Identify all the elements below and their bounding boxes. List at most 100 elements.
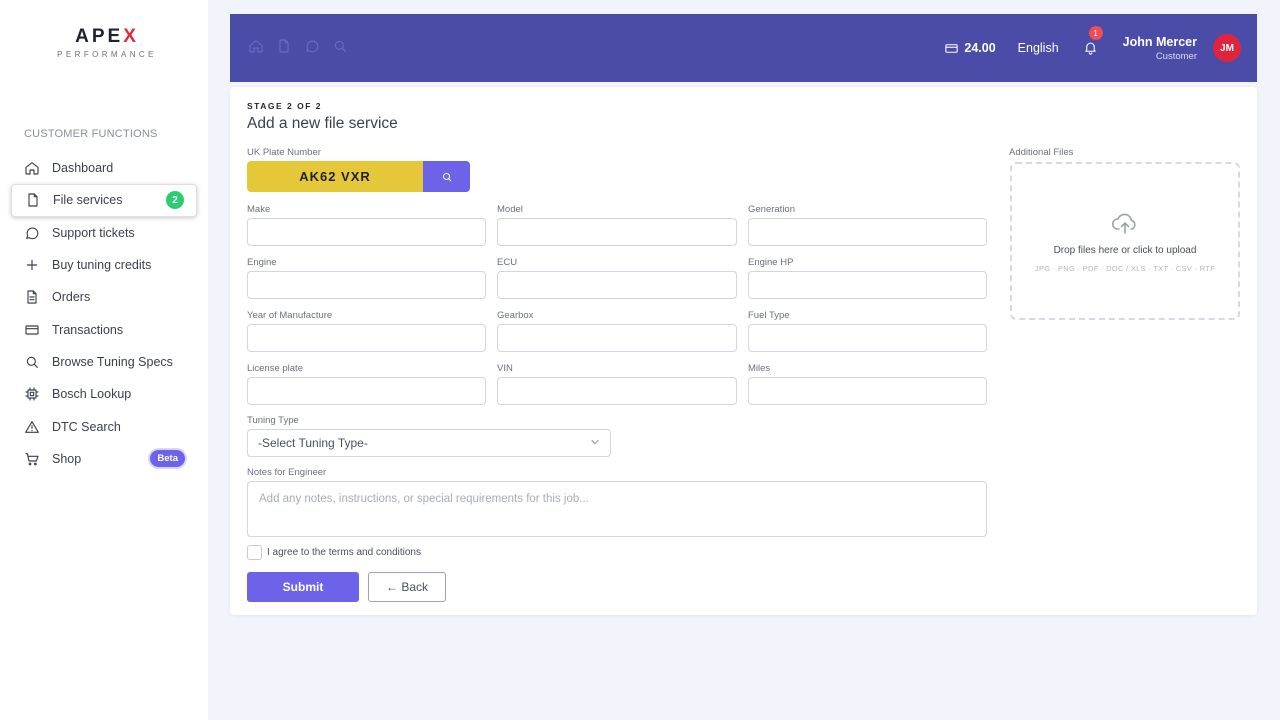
sidebar-section-title: CUSTOMER FUNCTIONS [24, 128, 158, 140]
user-role: Customer [1155, 50, 1197, 62]
make-field[interactable] [247, 218, 486, 246]
chat-icon[interactable] [304, 38, 320, 59]
sidebar-item-label: Browse Tuning Specs [52, 354, 173, 369]
sidebar-item-label: Shop [52, 451, 82, 466]
dropzone-text: Drop files here or click to upload [1053, 245, 1197, 256]
sidebar-item-orders[interactable]: Orders [11, 281, 197, 313]
file-services-count-badge: 2 [166, 191, 184, 210]
engine-hp-label: Engine HP [748, 257, 794, 268]
sidebar-item-bosch-lookup[interactable]: Bosch Lookup [11, 378, 197, 410]
sidebar-item-dtc-search[interactable]: DTC Search [11, 410, 197, 442]
plus-icon [23, 256, 41, 274]
search-icon [23, 353, 41, 371]
plate-search-button[interactable] [423, 161, 470, 192]
miles-field[interactable] [748, 377, 987, 405]
generation-label: Generation [748, 204, 796, 215]
cart-icon [23, 450, 41, 468]
sidebar-item-dashboard[interactable]: Dashboard [11, 152, 197, 184]
notification-count-badge: 1 [1088, 26, 1103, 40]
top-header: 24.00 English 1 John Mercer Customer JM [230, 14, 1257, 82]
sidebar-item-transactions[interactable]: Transactions [11, 313, 197, 345]
avatar[interactable]: JM [1213, 34, 1241, 62]
miles-label: Miles [748, 363, 771, 374]
plate-number-display[interactable]: AK62 VXR [247, 161, 423, 192]
sidebar-item-label: DTC Search [52, 419, 121, 434]
submit-button[interactable]: Submit [247, 572, 359, 602]
sidebar-item-label: Orders [52, 290, 91, 305]
sidebar-item-label: Bosch Lookup [52, 387, 132, 402]
license-plate-field[interactable] [247, 377, 486, 405]
sidebar-item-support-tickets[interactable]: Support tickets [11, 217, 197, 249]
file-icon[interactable] [276, 38, 292, 59]
home-icon[interactable] [248, 38, 264, 59]
terms-checkbox[interactable] [247, 545, 262, 560]
notifications-button[interactable]: 1 [1083, 26, 1103, 56]
credits-balance[interactable]: 24.00 [944, 41, 996, 56]
search-icon [442, 172, 451, 181]
document-icon [23, 288, 41, 306]
notes-textarea[interactable]: Add any notes, instructions, or special … [247, 481, 987, 537]
ecu-label: ECU [497, 257, 518, 268]
generation-field[interactable] [748, 218, 987, 246]
header-right: 24.00 English 1 John Mercer Customer JM [944, 26, 1257, 62]
warning-icon [23, 418, 41, 436]
sidebar: APEX PERFORMANCE CUSTOMER FUNCTIONS Dash… [0, 0, 208, 720]
plate-label: UK Plate Number [247, 147, 321, 158]
terms-label[interactable]: I agree to the terms and conditions [267, 547, 421, 558]
model-label: Model [497, 204, 523, 215]
beta-badge: Beta [150, 450, 185, 468]
tuning-type-value: -Select Tuning Type- [258, 436, 368, 450]
fuel-type-label: Fuel Type [748, 310, 790, 321]
engine-label: Engine [247, 257, 277, 268]
home-icon [23, 159, 41, 177]
file-dropzone[interactable]: Drop files here or click to upload JPG ·… [1010, 162, 1240, 320]
stage-indicator: STAGE 2 OF 2 [247, 101, 322, 111]
header-quick-links [248, 38, 348, 59]
user-menu[interactable]: John Mercer Customer [1123, 35, 1197, 62]
wallet-icon [945, 43, 959, 53]
cloud-upload-icon [1012, 210, 1238, 241]
sidebar-item-buy-tuning-credits[interactable]: Buy tuning credits [11, 249, 197, 281]
sidebar-item-shop[interactable]: Shop Beta [11, 443, 197, 475]
file-service-form-card: STAGE 2 OF 2 Add a new file service UK P… [230, 87, 1257, 615]
bell-icon [1084, 42, 1096, 55]
sidebar-item-label: Support tickets [52, 225, 135, 240]
credits-value: 24.00 [964, 41, 996, 55]
chat-icon [23, 224, 41, 242]
vin-label: VIN [497, 363, 513, 374]
sidebar-item-file-services[interactable]: File services 2 [11, 184, 197, 217]
year-field[interactable] [247, 324, 486, 352]
ecu-field[interactable] [497, 271, 737, 299]
fuel-type-field[interactable] [748, 324, 987, 352]
license-plate-label: License plate [247, 363, 303, 374]
engine-hp-field[interactable] [748, 271, 987, 299]
sidebar-item-label: Dashboard [52, 161, 114, 176]
chevron-down-icon [590, 436, 600, 450]
page-title: Add a new file service [247, 115, 398, 132]
gearbox-field[interactable] [497, 324, 737, 352]
notes-label: Notes for Engineer [247, 467, 327, 478]
file-icon [24, 191, 42, 209]
engine-field[interactable] [247, 271, 486, 299]
sidebar-item-label: Transactions [52, 322, 124, 337]
brand-tagline: PERFORMANCE [57, 50, 157, 59]
tuning-type-label: Tuning Type [247, 415, 299, 426]
tuning-type-select[interactable]: -Select Tuning Type- [247, 429, 611, 457]
sidebar-nav: Dashboard File services 2 Support ticket… [11, 152, 197, 475]
model-field[interactable] [497, 218, 737, 246]
language-selector[interactable]: English [1018, 41, 1059, 55]
card-icon [23, 321, 41, 339]
chip-icon [23, 385, 41, 403]
brand-logo[interactable]: APEX PERFORMANCE [0, 26, 214, 59]
dropzone-file-types: JPG · PNG · PDF · DOC / XLS · TXT · CSV … [1034, 264, 1216, 273]
make-label: Make [247, 204, 271, 215]
sidebar-item-browse-tuning-specs[interactable]: Browse Tuning Specs [11, 346, 197, 378]
back-button[interactable]: ← Back [368, 572, 446, 602]
vin-field[interactable] [497, 377, 737, 405]
sidebar-item-label: Buy tuning credits [52, 258, 152, 273]
additional-files-label: Additional Files [1009, 147, 1074, 158]
year-label: Year of Manufacture [247, 310, 333, 321]
gearbox-label: Gearbox [497, 310, 534, 321]
search-icon[interactable] [332, 38, 348, 59]
brand-name: APEX [75, 26, 139, 47]
